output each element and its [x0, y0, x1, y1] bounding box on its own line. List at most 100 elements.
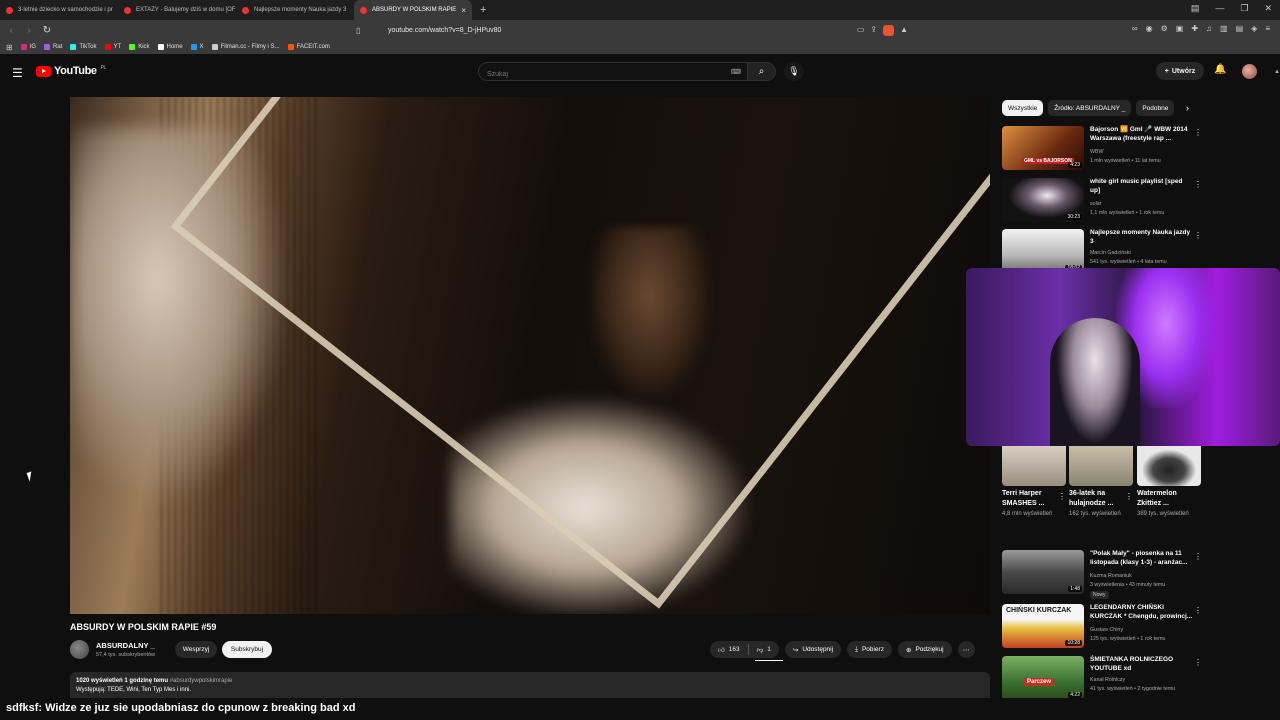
short-thumbnail[interactable] [1069, 446, 1133, 486]
support-button[interactable]: Wesprzyj [175, 641, 217, 658]
video-thumbnail[interactable]: CHIŃSKI KURCZAK 10:28 [1002, 604, 1084, 648]
recommendation-channel[interactable]: Gustaw Chiny [1090, 627, 1123, 633]
hashtag-link[interactable]: #absurdywpolskimrapie [170, 678, 233, 684]
short-item[interactable]: 36-latek na hulajnodze ... 162 tys. wyśw… [1069, 446, 1133, 519]
browser-tab-active[interactable]: ABSURDY W POLSKIM RAPIE × [354, 0, 472, 20]
recommendation-item[interactable]: 1:48 "Polak Mały" - piosenka na 11 listo… [1002, 550, 1202, 599]
extension-icon[interactable]: ▣ [1176, 24, 1184, 33]
short-thumbnail[interactable] [1002, 446, 1066, 486]
close-window-icon[interactable]: ✕ [1264, 3, 1272, 14]
keyboard-icon[interactable]: ⌨ [731, 68, 741, 76]
video-thumbnail[interactable]: 18:02 [1002, 229, 1084, 273]
short-item[interactable]: Watermelon Zkittiez ... 389 tys. wyświet… [1137, 446, 1201, 519]
bookmark-home[interactable]: Home [157, 44, 183, 50]
vpn-icon[interactable]: ◈ [1251, 24, 1257, 33]
more-vert-icon[interactable]: ⋮ [1194, 552, 1202, 561]
short-thumbnail[interactable] [1137, 446, 1201, 486]
minimize-icon[interactable]: — [1215, 3, 1224, 14]
brave-rewards-icon[interactable]: ▲ [900, 25, 908, 36]
chip-similar[interactable]: Podobne [1136, 100, 1175, 116]
music-icon[interactable]: ♫ [1206, 24, 1212, 33]
video-player[interactable] [70, 97, 990, 614]
chip-all[interactable]: Wszystkie [1002, 100, 1044, 116]
microphone-icon: 🎙 [788, 66, 800, 76]
bookmark-yt[interactable]: YT [104, 44, 121, 50]
share-button[interactable]: ↪ Udostępnij [784, 641, 842, 658]
video-thumbnail[interactable]: GML vs BAJORSON 4:23 [1002, 126, 1084, 170]
create-button[interactable]: + Utwórz [1156, 62, 1204, 80]
extension-icon[interactable]: ∞ [1132, 24, 1138, 33]
wallet-icon[interactable]: ▤ [1236, 24, 1244, 33]
more-vert-icon[interactable]: ⋮ [1194, 231, 1202, 240]
video-thumbnail[interactable]: 1:48 [1002, 550, 1084, 594]
recommendation-item[interactable]: 30:23 white girl music playlist [sped up… [1002, 178, 1202, 222]
more-vert-icon[interactable]: ⋮ [1194, 658, 1202, 667]
notifications-bell-icon[interactable]: 🔔 [1214, 64, 1226, 75]
chip-source[interactable]: Źródło: ABSURDALNY _ [1048, 100, 1132, 116]
browser-tab[interactable]: 3-letnie dziecko w samochodzie i pr [0, 0, 118, 20]
recommendation-channel[interactable]: Kuzma Romaniuk [1090, 573, 1132, 579]
bookmark-x[interactable]: X [190, 44, 204, 50]
share-icon[interactable]: ⇪ [870, 25, 877, 36]
cast-icon[interactable]: ▭ [857, 25, 865, 36]
omnibox[interactable]: ▯ youtube.com/watch?v=8_D-jHPuv80 ▭ ⇪ ▲ [352, 22, 912, 38]
bookmark-filman[interactable]: Filman.cc - Filmy i S... [211, 44, 280, 50]
more-vert-icon[interactable]: ⋮ [1194, 606, 1202, 615]
download-button[interactable]: ⤓ Pobierz [847, 641, 892, 658]
scroll-up-icon[interactable]: ▲ [1274, 69, 1280, 75]
apps-grid-icon[interactable]: ⊞ [6, 43, 13, 52]
recommendation-channel[interactable]: Kanał Rolniczy [1090, 677, 1125, 683]
bookmark-icon[interactable]: ▯ [356, 26, 360, 35]
bookmark-faceit[interactable]: FACEIT.com [287, 44, 330, 50]
page-scrollbar[interactable]: ▲ [1274, 60, 1280, 700]
recommendation-item[interactable]: CHIŃSKI KURCZAK 10:28 LEGENDARNY CHIŃSKI… [1002, 604, 1202, 648]
forward-arrow-icon[interactable]: › [22, 25, 36, 36]
url-text[interactable]: youtube.com/watch?v=8_D-jHPuv80 [388, 27, 501, 34]
subscribe-button[interactable]: Subskrybuj [222, 641, 272, 658]
voice-search-button[interactable]: 🎙 [784, 62, 804, 81]
brave-shields-icon[interactable] [883, 24, 895, 36]
bookmark-rat[interactable]: Rat [44, 44, 62, 50]
recommendation-channel[interactable]: Marcin Gadziński [1090, 250, 1131, 256]
user-avatar[interactable] [1242, 64, 1257, 79]
back-arrow-icon[interactable]: ‹ [4, 25, 18, 36]
new-tab-button[interactable]: + [480, 4, 486, 16]
youtube-logo[interactable]: YouTube PL [36, 65, 106, 77]
hamburger-menu-icon[interactable]: ☰ [12, 66, 23, 80]
video-thumbnail[interactable]: 30:23 [1002, 178, 1084, 222]
more-vert-icon[interactable]: ⋮ [1194, 180, 1202, 189]
menu-icon[interactable]: ≡ [1265, 24, 1270, 33]
recommendation-item[interactable]: 18:02 Najlepsze momenty Nauka jazdy 3 Ma… [1002, 229, 1202, 273]
recommendation-channel[interactable]: solar [1090, 201, 1101, 207]
maximize-icon[interactable]: ❐ [1240, 3, 1248, 14]
video-thumbnail[interactable]: Parczew 4:22 [1002, 656, 1084, 700]
bookmark-ig[interactable]: IG [20, 44, 36, 50]
channel-avatar[interactable] [70, 640, 89, 659]
chevron-right-icon[interactable]: › [1186, 103, 1189, 113]
browser-tab[interactable]: Najlepsze momenty Nauka jazdy 3 [236, 0, 354, 20]
like-button[interactable]: 👍︎ 163 [710, 641, 748, 658]
search-button[interactable]: ⌕ [748, 62, 776, 81]
recommendation-channel[interactable]: WBW [1090, 149, 1104, 155]
more-vert-icon[interactable]: ⋮ [1058, 492, 1066, 501]
extension-icon[interactable]: ⚙ [1161, 24, 1168, 33]
close-tab-icon[interactable]: × [461, 6, 466, 15]
bookmark-kick[interactable]: Kick [129, 44, 150, 50]
extension-icon[interactable]: ◉ [1146, 24, 1153, 33]
recommendation-item[interactable]: Parczew 4:22 ŚMIETANKA ROLNICZEGO YOUTUB… [1002, 656, 1202, 700]
more-vert-icon[interactable]: ⋮ [1125, 492, 1133, 501]
more-actions-button[interactable]: ⋯ [957, 641, 975, 658]
thanks-button[interactable]: ⊕ Podziękuj [897, 641, 952, 658]
recommendation-item[interactable]: GML vs BAJORSON 4:23 Bajorson 🆚 Gml 🎤 WB… [1002, 126, 1202, 170]
browser-tab[interactable]: EXTAZY - Balujemy dziś w domu [OF [118, 0, 236, 20]
search-input[interactable] [479, 66, 719, 83]
puzzle-icon[interactable]: ✚ [1191, 24, 1198, 33]
short-item[interactable]: Terri Harper SMASHES ... 4,8 mln wyświet… [1002, 446, 1066, 519]
more-vert-icon[interactable]: ⋮ [1194, 128, 1202, 137]
sidebar-icon[interactable]: ▥ [1220, 24, 1228, 33]
bookmark-tiktok[interactable]: TikTok [70, 44, 97, 50]
tab-search-icon[interactable]: ▤ [1191, 3, 1200, 14]
channel-name[interactable]: ABSURDALNY _ [96, 641, 155, 650]
reload-icon[interactable]: ↻ [40, 25, 54, 36]
dislike-button[interactable]: 👎︎ 1 [749, 641, 779, 658]
